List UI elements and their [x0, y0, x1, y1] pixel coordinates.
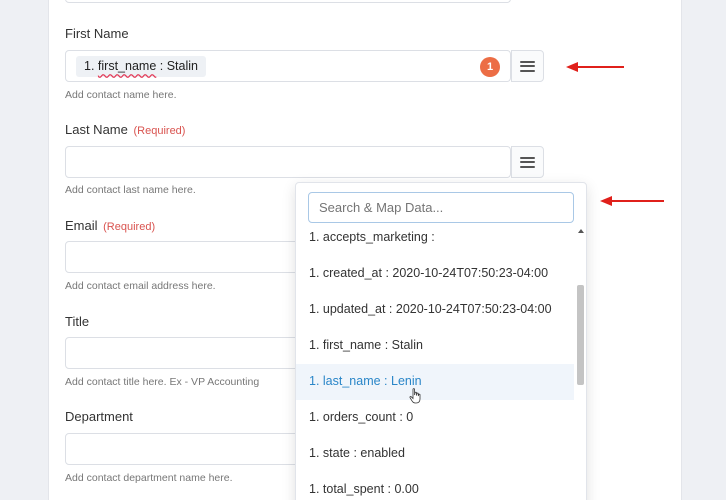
email-help: Add contact email address here. [65, 280, 216, 292]
list-item[interactable]: 1. created_at : 2020-10-24T07:50:23-04:0… [296, 256, 574, 292]
list-item-hovered[interactable]: 1. last_name : Lenin [296, 364, 574, 400]
list-item[interactable]: 1. total_spent : 0.00 [296, 472, 574, 500]
required-marker: (Required) [133, 125, 186, 137]
scrollbar-thumb[interactable] [577, 285, 584, 385]
list-item[interactable]: 1. accepts_marketing : [296, 227, 574, 256]
mapped-value-pill[interactable]: 1. first_name : Stalin [76, 56, 206, 77]
email-label: Email (Required) [65, 218, 156, 233]
first-name-help: Add contact name here. [65, 89, 177, 101]
title-label: Title [65, 314, 90, 329]
department-label: Department [65, 409, 133, 424]
last-name-help: Add contact last name here. [65, 184, 196, 196]
list-item[interactable]: 1. state : enabled [296, 436, 574, 472]
first-name-map-button[interactable] [511, 50, 544, 82]
required-marker: (Required) [103, 221, 156, 233]
title-help: Add contact title here. Ex - VP Accounti… [65, 376, 260, 388]
scroll-up-arrow-icon[interactable] [578, 229, 584, 233]
list-item[interactable]: 1. first_name : Stalin [296, 328, 574, 364]
map-data-list: 1. accepts_marketing : 1. created_at : 2… [296, 227, 574, 500]
department-help: Add contact department name here. [65, 472, 233, 484]
last-name-map-button[interactable] [511, 146, 544, 178]
mapped-value: Stalin [166, 59, 198, 73]
first-name-label: First Name [65, 26, 129, 41]
menu-icon [520, 156, 535, 168]
step-badge: 1 [480, 57, 500, 77]
mapped-key: first_name [97, 59, 157, 73]
menu-icon [520, 60, 535, 72]
previous-field-input[interactable] [65, 0, 511, 3]
list-item[interactable]: 1. updated_at : 2020-10-24T07:50:23-04:0… [296, 292, 574, 328]
map-data-dropdown: 1. accepts_marketing : 1. created_at : 2… [295, 182, 587, 500]
hand-cursor-icon [409, 388, 421, 404]
list-item[interactable]: 1. orders_count : 0 [296, 400, 574, 436]
map-data-search-input[interactable] [308, 192, 574, 223]
last-name-label: Last Name (Required) [65, 122, 186, 137]
last-name-field[interactable] [65, 146, 511, 178]
annotation-arrow-icon [600, 196, 664, 206]
first-name-field[interactable]: 1. first_name : Stalin 1 [65, 50, 511, 82]
dropdown-scrollbar[interactable] [575, 227, 586, 500]
annotation-arrow-icon [566, 62, 624, 72]
